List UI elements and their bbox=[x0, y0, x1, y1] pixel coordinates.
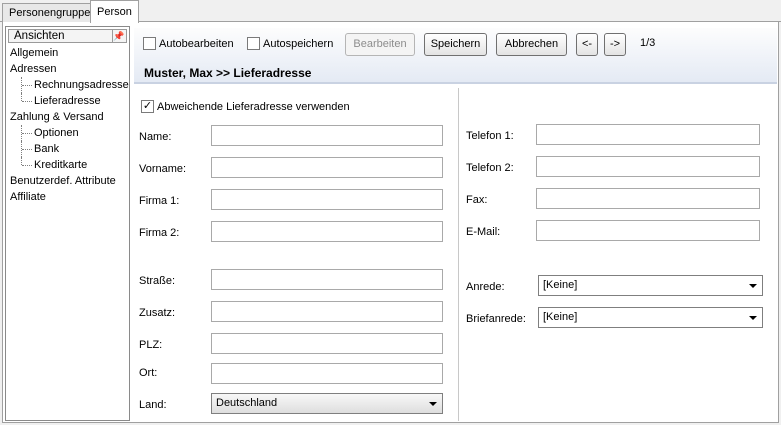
telefon1-field[interactable] bbox=[536, 124, 760, 145]
speichern-button[interactable]: Speichern bbox=[424, 33, 487, 56]
strasse-field[interactable] bbox=[211, 269, 443, 290]
abbrechen-button[interactable]: Abbrechen bbox=[496, 33, 567, 56]
chevron-down-icon bbox=[749, 284, 757, 288]
vorname-label: Vorname: bbox=[139, 163, 187, 175]
previous-button[interactable]: <- bbox=[576, 33, 598, 56]
name-field[interactable] bbox=[211, 125, 443, 146]
telefon1-label: Telefon 1: bbox=[466, 130, 514, 142]
tab-strip: Personengruppe Person bbox=[0, 0, 781, 23]
zusatz-label: Zusatz: bbox=[139, 307, 176, 319]
checkbox-box[interactable] bbox=[247, 37, 260, 50]
tree-item-adressen[interactable]: Adressen bbox=[10, 61, 129, 77]
record-pager: 1/3 bbox=[640, 37, 656, 49]
tree-item-bank[interactable]: Bank bbox=[10, 141, 129, 157]
abweichende-lieferadresse-checkbox[interactable]: ✓ Abweichende Lieferadresse verwenden bbox=[141, 100, 350, 113]
name-label: Name: bbox=[139, 131, 172, 143]
autobearbeiten-label: Autobearbeiten bbox=[159, 37, 234, 50]
telefon2-label: Telefon 2: bbox=[466, 162, 514, 174]
tab-person[interactable]: Person bbox=[90, 0, 139, 23]
strasse-label: Straße: bbox=[139, 275, 176, 287]
ort-label: Ort: bbox=[139, 367, 158, 379]
checkbox-box[interactable] bbox=[143, 37, 156, 50]
briefanrede-select[interactable]: [Keine] bbox=[538, 307, 763, 328]
autospeichern-checkbox[interactable]: Autospeichern bbox=[247, 37, 333, 50]
email-label: E-Mail: bbox=[466, 226, 501, 238]
land-value: Deutschland bbox=[216, 397, 278, 409]
plz-label: PLZ: bbox=[139, 339, 163, 351]
tree-item-kreditkarte[interactable]: Kreditkarte bbox=[10, 157, 129, 173]
ort-field[interactable] bbox=[211, 363, 443, 384]
email-field[interactable] bbox=[536, 220, 760, 241]
tree-item-allgemein[interactable]: Allgemein bbox=[10, 45, 129, 61]
vorname-field[interactable] bbox=[211, 157, 443, 178]
tree-item-benutzerdef-attribute[interactable]: Benutzerdef. Attribute bbox=[10, 173, 129, 189]
briefanrede-label: Briefanrede: bbox=[466, 313, 526, 325]
tree-item-lieferadresse[interactable]: Lieferadresse bbox=[10, 93, 129, 109]
views-panel: Ansichten 📌 Allgemein Adressen Rechnungs… bbox=[5, 26, 130, 421]
anrede-label: Anrede: bbox=[466, 281, 505, 293]
fax-field[interactable] bbox=[536, 188, 760, 209]
anrede-value: [Keine] bbox=[543, 279, 578, 291]
zusatz-field[interactable] bbox=[211, 301, 443, 322]
pin-icon[interactable]: 📌 bbox=[112, 30, 125, 42]
telefon2-field[interactable] bbox=[536, 156, 760, 177]
autospeichern-label: Autospeichern bbox=[263, 37, 334, 50]
plz-field[interactable] bbox=[211, 333, 443, 354]
views-header: Ansichten 📌 bbox=[8, 29, 127, 43]
firma2-field[interactable] bbox=[211, 221, 443, 242]
firma1-label: Firma 1: bbox=[139, 195, 180, 207]
tab-personengruppe[interactable]: Personengruppe bbox=[2, 3, 98, 22]
briefanrede-value: [Keine] bbox=[543, 311, 578, 323]
breadcrumb: Muster, Max >> Lieferadresse bbox=[144, 66, 312, 80]
land-select[interactable]: Deutschland bbox=[211, 393, 443, 414]
tree-item-rechnungsadresse[interactable]: Rechnungsadresse bbox=[10, 77, 129, 93]
column-divider bbox=[458, 88, 459, 421]
views-title: Ansichten bbox=[14, 30, 65, 42]
firma2-label: Firma 2: bbox=[139, 227, 180, 239]
chevron-down-icon bbox=[429, 402, 437, 406]
chevron-down-icon bbox=[749, 316, 757, 320]
anrede-select[interactable]: [Keine] bbox=[538, 275, 763, 296]
content-panel: Ansichten 📌 Allgemein Adressen Rechnungs… bbox=[2, 22, 779, 423]
next-button[interactable]: -> bbox=[604, 33, 626, 56]
firma1-field[interactable] bbox=[211, 189, 443, 210]
tree-item-affiliate[interactable]: Affiliate bbox=[10, 189, 129, 205]
autobearbeiten-checkbox[interactable]: Autobearbeiten bbox=[143, 37, 234, 50]
toolbar: Autobearbeiten Autospeichern Bearbeiten … bbox=[134, 28, 777, 84]
bearbeiten-button[interactable]: Bearbeiten bbox=[345, 33, 415, 56]
tree-item-zahlung-versand[interactable]: Zahlung & Versand bbox=[10, 109, 129, 125]
views-tree: Allgemein Adressen Rechnungsadresse Lief… bbox=[10, 45, 129, 205]
fax-label: Fax: bbox=[466, 194, 488, 206]
abweichende-lieferadresse-label: Abweichende Lieferadresse verwenden bbox=[157, 100, 350, 113]
checkbox-box[interactable]: ✓ bbox=[141, 100, 154, 113]
land-label: Land: bbox=[139, 399, 167, 411]
tree-item-optionen[interactable]: Optionen bbox=[10, 125, 129, 141]
